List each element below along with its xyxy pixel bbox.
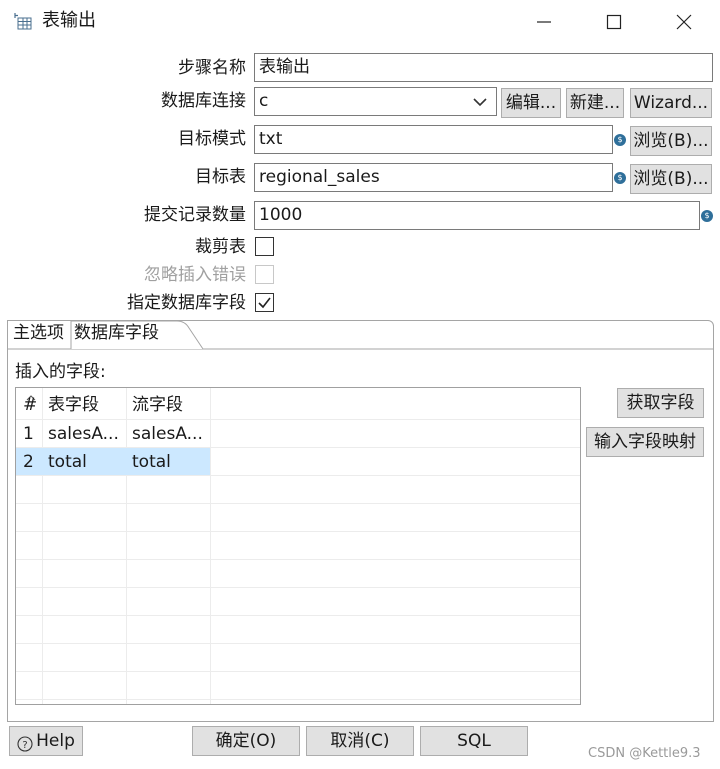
ignore-errors-checkbox — [255, 265, 274, 284]
table-field-cell[interactable]: salesA... — [43, 420, 126, 448]
row-num: 1 — [23, 424, 34, 444]
table-field-cell[interactable]: total — [43, 448, 126, 476]
variable-dollar-icon: $ — [614, 134, 626, 146]
cancel-button[interactable]: 取消(C) — [306, 726, 414, 756]
column-header-table-field[interactable]: 表字段 — [43, 391, 126, 419]
question-circle-icon: ? — [17, 733, 33, 752]
check-icon — [258, 297, 271, 309]
target-table-label: 目标表 — [195, 167, 246, 187]
step-name-input[interactable]: 表输出 — [254, 53, 713, 82]
sql-button[interactable]: SQL — [420, 726, 528, 756]
specify-fields-label: 指定数据库字段 — [127, 293, 246, 313]
target-schema-label: 目标模式 — [178, 129, 246, 149]
connection-value: c — [259, 91, 269, 111]
connection-select[interactable]: c — [254, 87, 497, 116]
row-num: 2 — [23, 452, 34, 472]
help-button[interactable]: ? Help — [9, 726, 83, 756]
ok-button[interactable]: 确定(O) — [192, 726, 300, 756]
browse-schema-button[interactable]: 浏览(B)... — [630, 126, 712, 156]
close-button[interactable] — [656, 0, 712, 44]
get-fields-button[interactable]: 获取字段 — [617, 388, 704, 418]
title-bar: 表输出 — [0, 0, 720, 44]
fields-table[interactable]: # 表字段 流字段 1 salesA... salesA... 2 total … — [15, 387, 581, 705]
close-icon — [676, 14, 692, 30]
window-title: 表输出 — [42, 10, 96, 31]
minimize-icon — [537, 21, 551, 23]
chevron-down-icon[interactable] — [470, 93, 490, 111]
tab-main-options[interactable]: 主选项 — [9, 320, 68, 349]
column-header-stream-field[interactable]: 流字段 — [127, 391, 210, 419]
variable-dollar-icon: $ — [701, 210, 713, 222]
maximize-icon — [606, 14, 622, 30]
tab-database-fields[interactable]: 数据库字段 — [70, 320, 163, 349]
stream-field-cell[interactable]: salesA... — [127, 420, 210, 448]
help-label: Help — [36, 731, 75, 751]
maximize-button[interactable] — [586, 0, 642, 44]
ignore-errors-label: 忽略插入错误 — [144, 265, 246, 285]
minimize-button[interactable] — [516, 0, 572, 44]
specify-fields-checkbox[interactable] — [255, 293, 274, 312]
watermark: CSDN @Kettle9.3 — [588, 746, 701, 761]
edit-connection-button[interactable]: 编辑... — [501, 88, 561, 118]
variable-dollar-icon: $ — [614, 172, 626, 184]
step-name-label: 步骤名称 — [178, 58, 246, 78]
new-connection-button[interactable]: 新建... — [566, 88, 624, 118]
wizard-button[interactable]: Wizard... — [630, 88, 712, 118]
fields-caption: 插入的字段: — [15, 362, 106, 382]
field-mapping-button[interactable]: 输入字段映射 — [586, 427, 704, 457]
target-schema-input[interactable]: txt — [254, 125, 613, 154]
commit-size-label: 提交记录数量 — [144, 205, 246, 225]
table-output-icon — [14, 12, 34, 32]
connection-label: 数据库连接 — [161, 91, 246, 111]
target-table-input[interactable]: regional_sales — [254, 163, 613, 192]
browse-table-button[interactable]: 浏览(B)... — [630, 164, 712, 194]
truncate-checkbox[interactable] — [255, 237, 274, 256]
svg-text:?: ? — [22, 740, 27, 751]
truncate-label: 裁剪表 — [195, 237, 246, 257]
commit-size-input[interactable]: 1000 — [254, 201, 700, 230]
column-header-num[interactable]: # — [18, 391, 42, 419]
stream-field-cell[interactable]: total — [127, 448, 210, 476]
